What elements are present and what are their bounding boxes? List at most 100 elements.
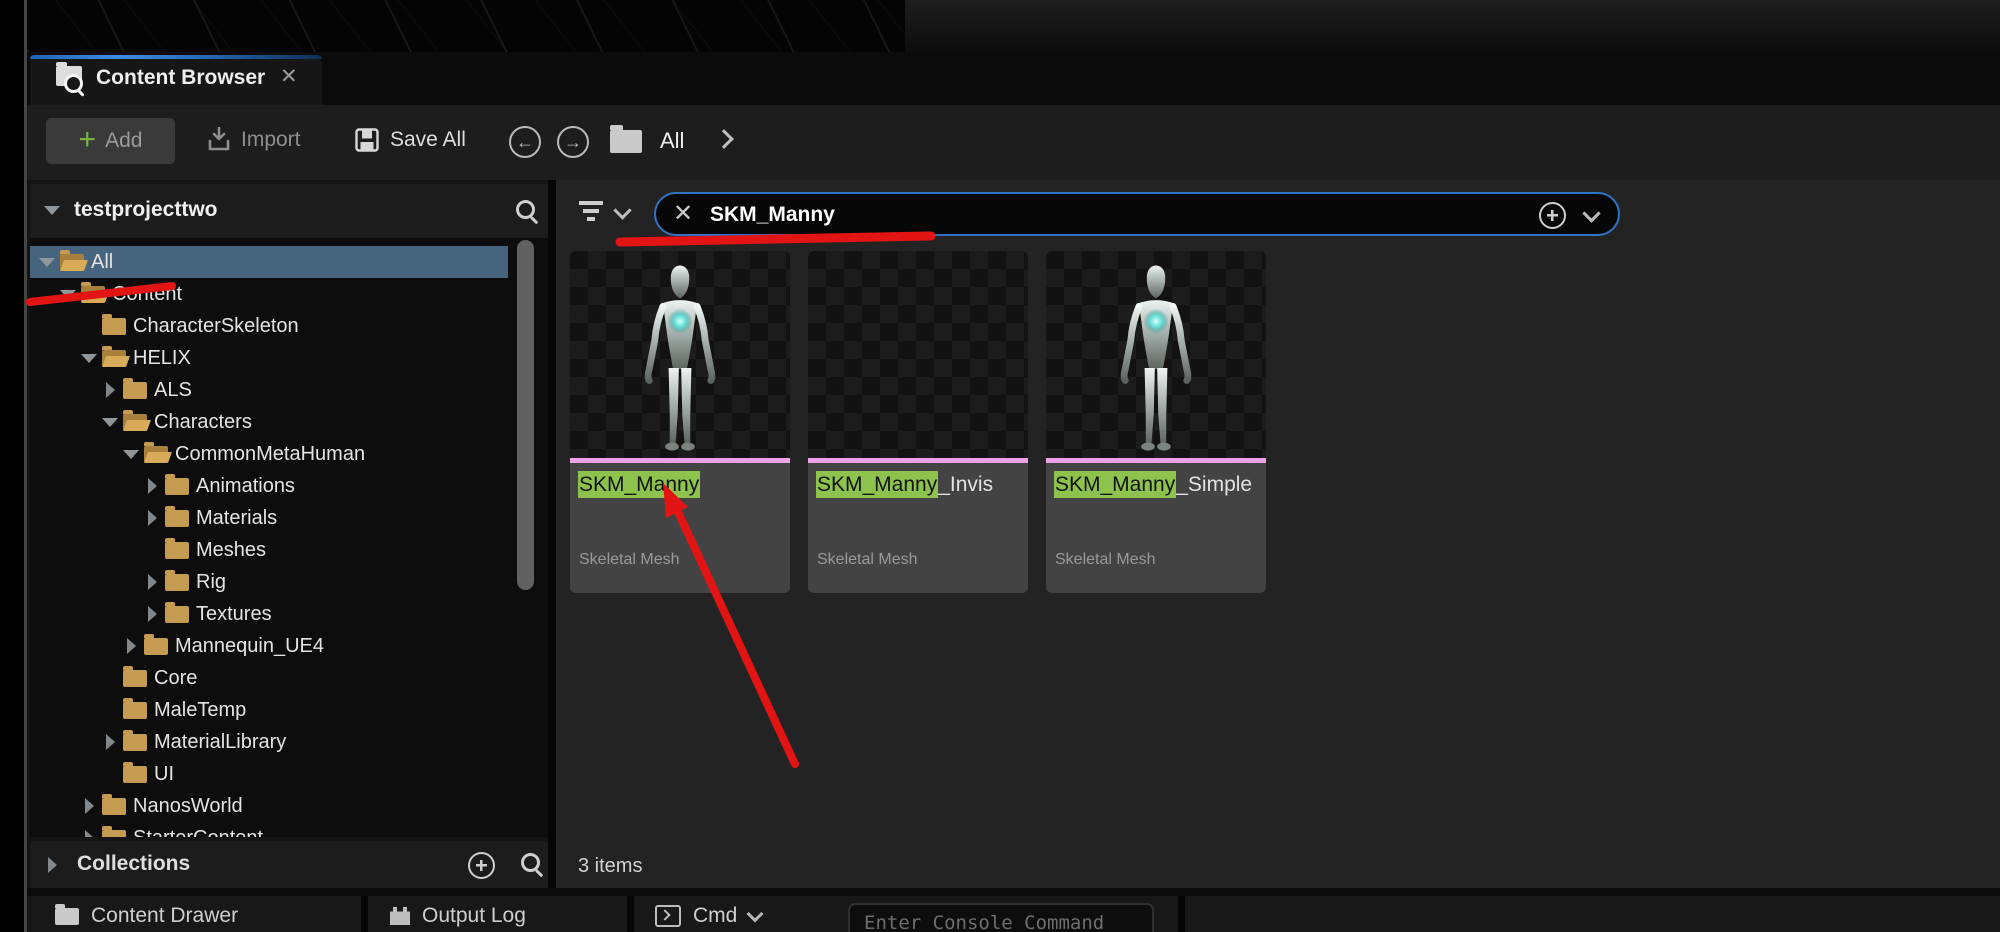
expander-closed-icon[interactable]: [101, 734, 119, 750]
tree-row-als[interactable]: ALS: [30, 374, 548, 406]
tree-scrollbar[interactable]: [517, 240, 534, 590]
breadcrumb-path-all[interactable]: All: [660, 128, 684, 154]
closed-folder-icon: [123, 702, 147, 719]
expander-open-icon[interactable]: [59, 290, 77, 299]
tree-row-materials[interactable]: Materials: [30, 502, 548, 534]
tree-row-label: Core: [154, 667, 197, 690]
expander-triangle: [81, 354, 97, 363]
cmd-chevron-icon: [747, 906, 764, 923]
tree-row-mannequin_ue4[interactable]: Mannequin_UE4: [30, 630, 548, 662]
tree-row-label: UI: [154, 763, 174, 786]
closed-folder-icon: [144, 638, 168, 655]
sidebar-search-icon[interactable]: [515, 199, 539, 223]
expander-triangle: [60, 290, 76, 299]
tree-row-nanosworld[interactable]: NanosWorld: [30, 790, 548, 822]
expander-triangle: [148, 510, 157, 526]
expander-open-icon[interactable]: [38, 258, 56, 267]
collections-search-icon[interactable]: [520, 852, 544, 876]
closed-folder-icon: [123, 766, 147, 783]
tree-row-label: CharacterSkeleton: [133, 315, 299, 338]
save-all-button[interactable]: Save All: [354, 127, 466, 153]
save-search-icon[interactable]: [1539, 202, 1566, 229]
tree-row-characterskeleton[interactable]: CharacterSkeleton: [30, 310, 548, 342]
cmd-button[interactable]: Cmd: [655, 904, 761, 928]
open-folder-icon: [144, 446, 168, 463]
closed-folder-icon: [123, 734, 147, 751]
tree-row-meshes[interactable]: Meshes: [30, 534, 548, 566]
project-expander-icon[interactable]: [44, 206, 60, 215]
tree-row-all[interactable]: All: [30, 246, 508, 278]
tree-row-core[interactable]: Core: [30, 662, 548, 694]
tree-row-content[interactable]: Content: [30, 278, 548, 310]
content-browser-magnifier-icon: [64, 74, 83, 93]
search-match-highlight: SKM_Manny: [578, 471, 700, 498]
asset-search-bar[interactable]: ✕: [654, 192, 1620, 236]
expander-closed-icon[interactable]: [122, 638, 140, 654]
tree-row-materiallibrary[interactable]: MaterialLibrary: [30, 726, 548, 758]
cmd-console-icon: [655, 905, 681, 927]
tree-row-textures[interactable]: Textures: [30, 598, 548, 630]
expander-closed-icon[interactable]: [143, 574, 161, 590]
closed-folder-icon: [102, 830, 126, 838]
expander-closed-icon[interactable]: [80, 830, 98, 837]
content-drawer-icon: [55, 908, 79, 925]
asset-info: SKM_Manny_SimpleSkeletal Mesh: [1046, 463, 1266, 593]
expander-open-icon[interactable]: [80, 354, 98, 363]
breadcrumb-chevron-icon[interactable]: [714, 129, 734, 149]
tree-row-startercontent[interactable]: StarterContent: [30, 822, 548, 837]
output-log-button[interactable]: Output Log: [390, 904, 526, 928]
add-collection-icon[interactable]: [468, 852, 495, 879]
tree-row-maletemp[interactable]: MaleTemp: [30, 694, 548, 726]
asset-type-label: Skeletal Mesh: [1055, 551, 1156, 569]
content-drawer-button[interactable]: Content Drawer: [55, 904, 238, 928]
tree-row-label: Rig: [196, 571, 226, 594]
panel-splitter[interactable]: [548, 180, 556, 893]
expander-triangle: [148, 574, 157, 590]
expander-triangle: [148, 478, 157, 494]
search-options-chevron-icon[interactable]: [1582, 204, 1600, 222]
navigate-forward-button[interactable]: →: [557, 126, 589, 158]
expander-closed-icon[interactable]: [80, 798, 98, 814]
tree-row-label: Mannequin_UE4: [175, 635, 324, 658]
clear-search-icon[interactable]: ✕: [673, 202, 693, 226]
expander-open-icon[interactable]: [122, 450, 140, 459]
navigate-back-button[interactable]: ←: [509, 126, 541, 158]
expander-closed-icon[interactable]: [143, 606, 161, 622]
asset-search-input[interactable]: [708, 194, 1472, 236]
tree-row-ui[interactable]: UI: [30, 758, 548, 790]
asset-name: SKM_Manny: [578, 473, 700, 497]
closed-folder-icon: [165, 606, 189, 623]
closed-folder-icon: [165, 478, 189, 495]
tree-row-rig[interactable]: Rig: [30, 566, 548, 598]
filters-chevron-icon[interactable]: [613, 201, 631, 219]
collections-panel[interactable]: Collections: [30, 841, 548, 889]
collections-expander-icon[interactable]: [48, 857, 57, 873]
closed-folder-icon: [165, 574, 189, 591]
asset-tile-skm_manny_invis[interactable]: SKM_Manny_InvisSkeletal Mesh: [808, 251, 1028, 593]
asset-tile-skm_manny[interactable]: SKM_MannySkeletal Mesh: [570, 251, 790, 593]
expander-closed-icon[interactable]: [101, 382, 119, 398]
tree-row-characters[interactable]: Characters: [30, 406, 548, 438]
expander-triangle: [106, 382, 115, 398]
sidebar-project-header[interactable]: testprojecttwo: [30, 184, 548, 238]
tree-row-helix[interactable]: HELIX: [30, 342, 548, 374]
tree-row-label: NanosWorld: [133, 795, 243, 818]
tree-row-animations[interactable]: Animations: [30, 470, 548, 502]
filters-icon[interactable]: [578, 201, 604, 221]
closed-folder-icon: [123, 382, 147, 399]
expander-closed-icon[interactable]: [143, 478, 161, 494]
add-button[interactable]: + Add: [46, 118, 175, 164]
plus-icon: +: [79, 125, 97, 155]
tree-row-commonmetahuman[interactable]: CommonMetaHuman: [30, 438, 548, 470]
console-command-input[interactable]: [848, 903, 1154, 932]
asset-tile-skm_manny_simple[interactable]: SKM_Manny_SimpleSkeletal Mesh: [1046, 251, 1266, 593]
expander-closed-icon[interactable]: [143, 510, 161, 526]
import-button[interactable]: Import: [207, 127, 301, 153]
save-icon: [354, 127, 380, 153]
tab-close-icon[interactable]: ✕: [280, 64, 298, 89]
expander-open-icon[interactable]: [101, 418, 119, 427]
expander-triangle: [123, 450, 139, 459]
tree-row-label: ALS: [154, 379, 192, 402]
expander-triangle: [85, 830, 94, 837]
statusbar-divider: [627, 896, 634, 932]
